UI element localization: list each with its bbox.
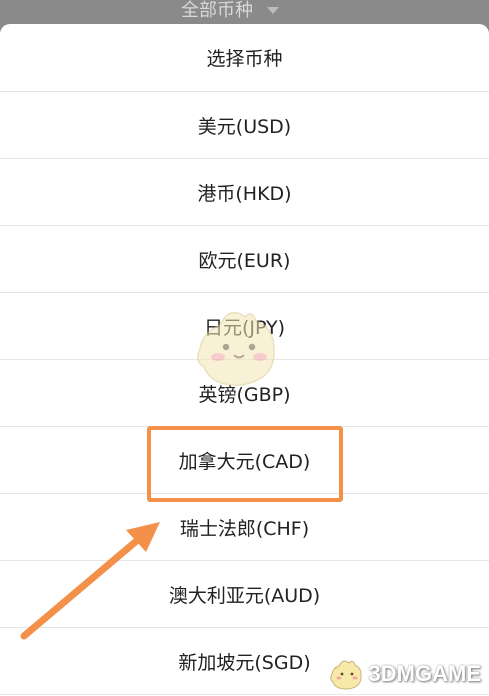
currency-option-chf[interactable]: 瑞士法郎(CHF): [0, 494, 489, 561]
sheet-title: 选择币种: [0, 24, 489, 92]
currency-option-cad[interactable]: 加拿大元(CAD): [0, 427, 489, 494]
currency-filter[interactable]: 全部币种: [181, 0, 279, 24]
chevron-down-icon: [267, 6, 279, 14]
currency-option-sgd[interactable]: 新加坡元(SGD): [0, 628, 489, 695]
currency-option-eur[interactable]: 欧元(EUR): [0, 226, 489, 293]
screen: 全部币种 选择币种 美元(USD) 港币(HKD) 欧元(EUR) 日元(JPY…: [0, 0, 489, 696]
currency-option-hkd[interactable]: 港币(HKD): [0, 159, 489, 226]
currency-option-usd[interactable]: 美元(USD): [0, 92, 489, 159]
currency-filter-label: 全部币种: [181, 0, 253, 21]
currency-option-jpy[interactable]: 日元(JPY): [0, 293, 489, 360]
currency-option-aud[interactable]: 澳大利亚元(AUD): [0, 561, 489, 628]
currency-option-list: 美元(USD) 港币(HKD) 欧元(EUR) 日元(JPY) 英镑(GBP) …: [0, 92, 489, 695]
currency-picker-sheet: 选择币种 美元(USD) 港币(HKD) 欧元(EUR) 日元(JPY) 英镑(…: [0, 24, 489, 696]
currency-option-gbp[interactable]: 英镑(GBP): [0, 360, 489, 427]
